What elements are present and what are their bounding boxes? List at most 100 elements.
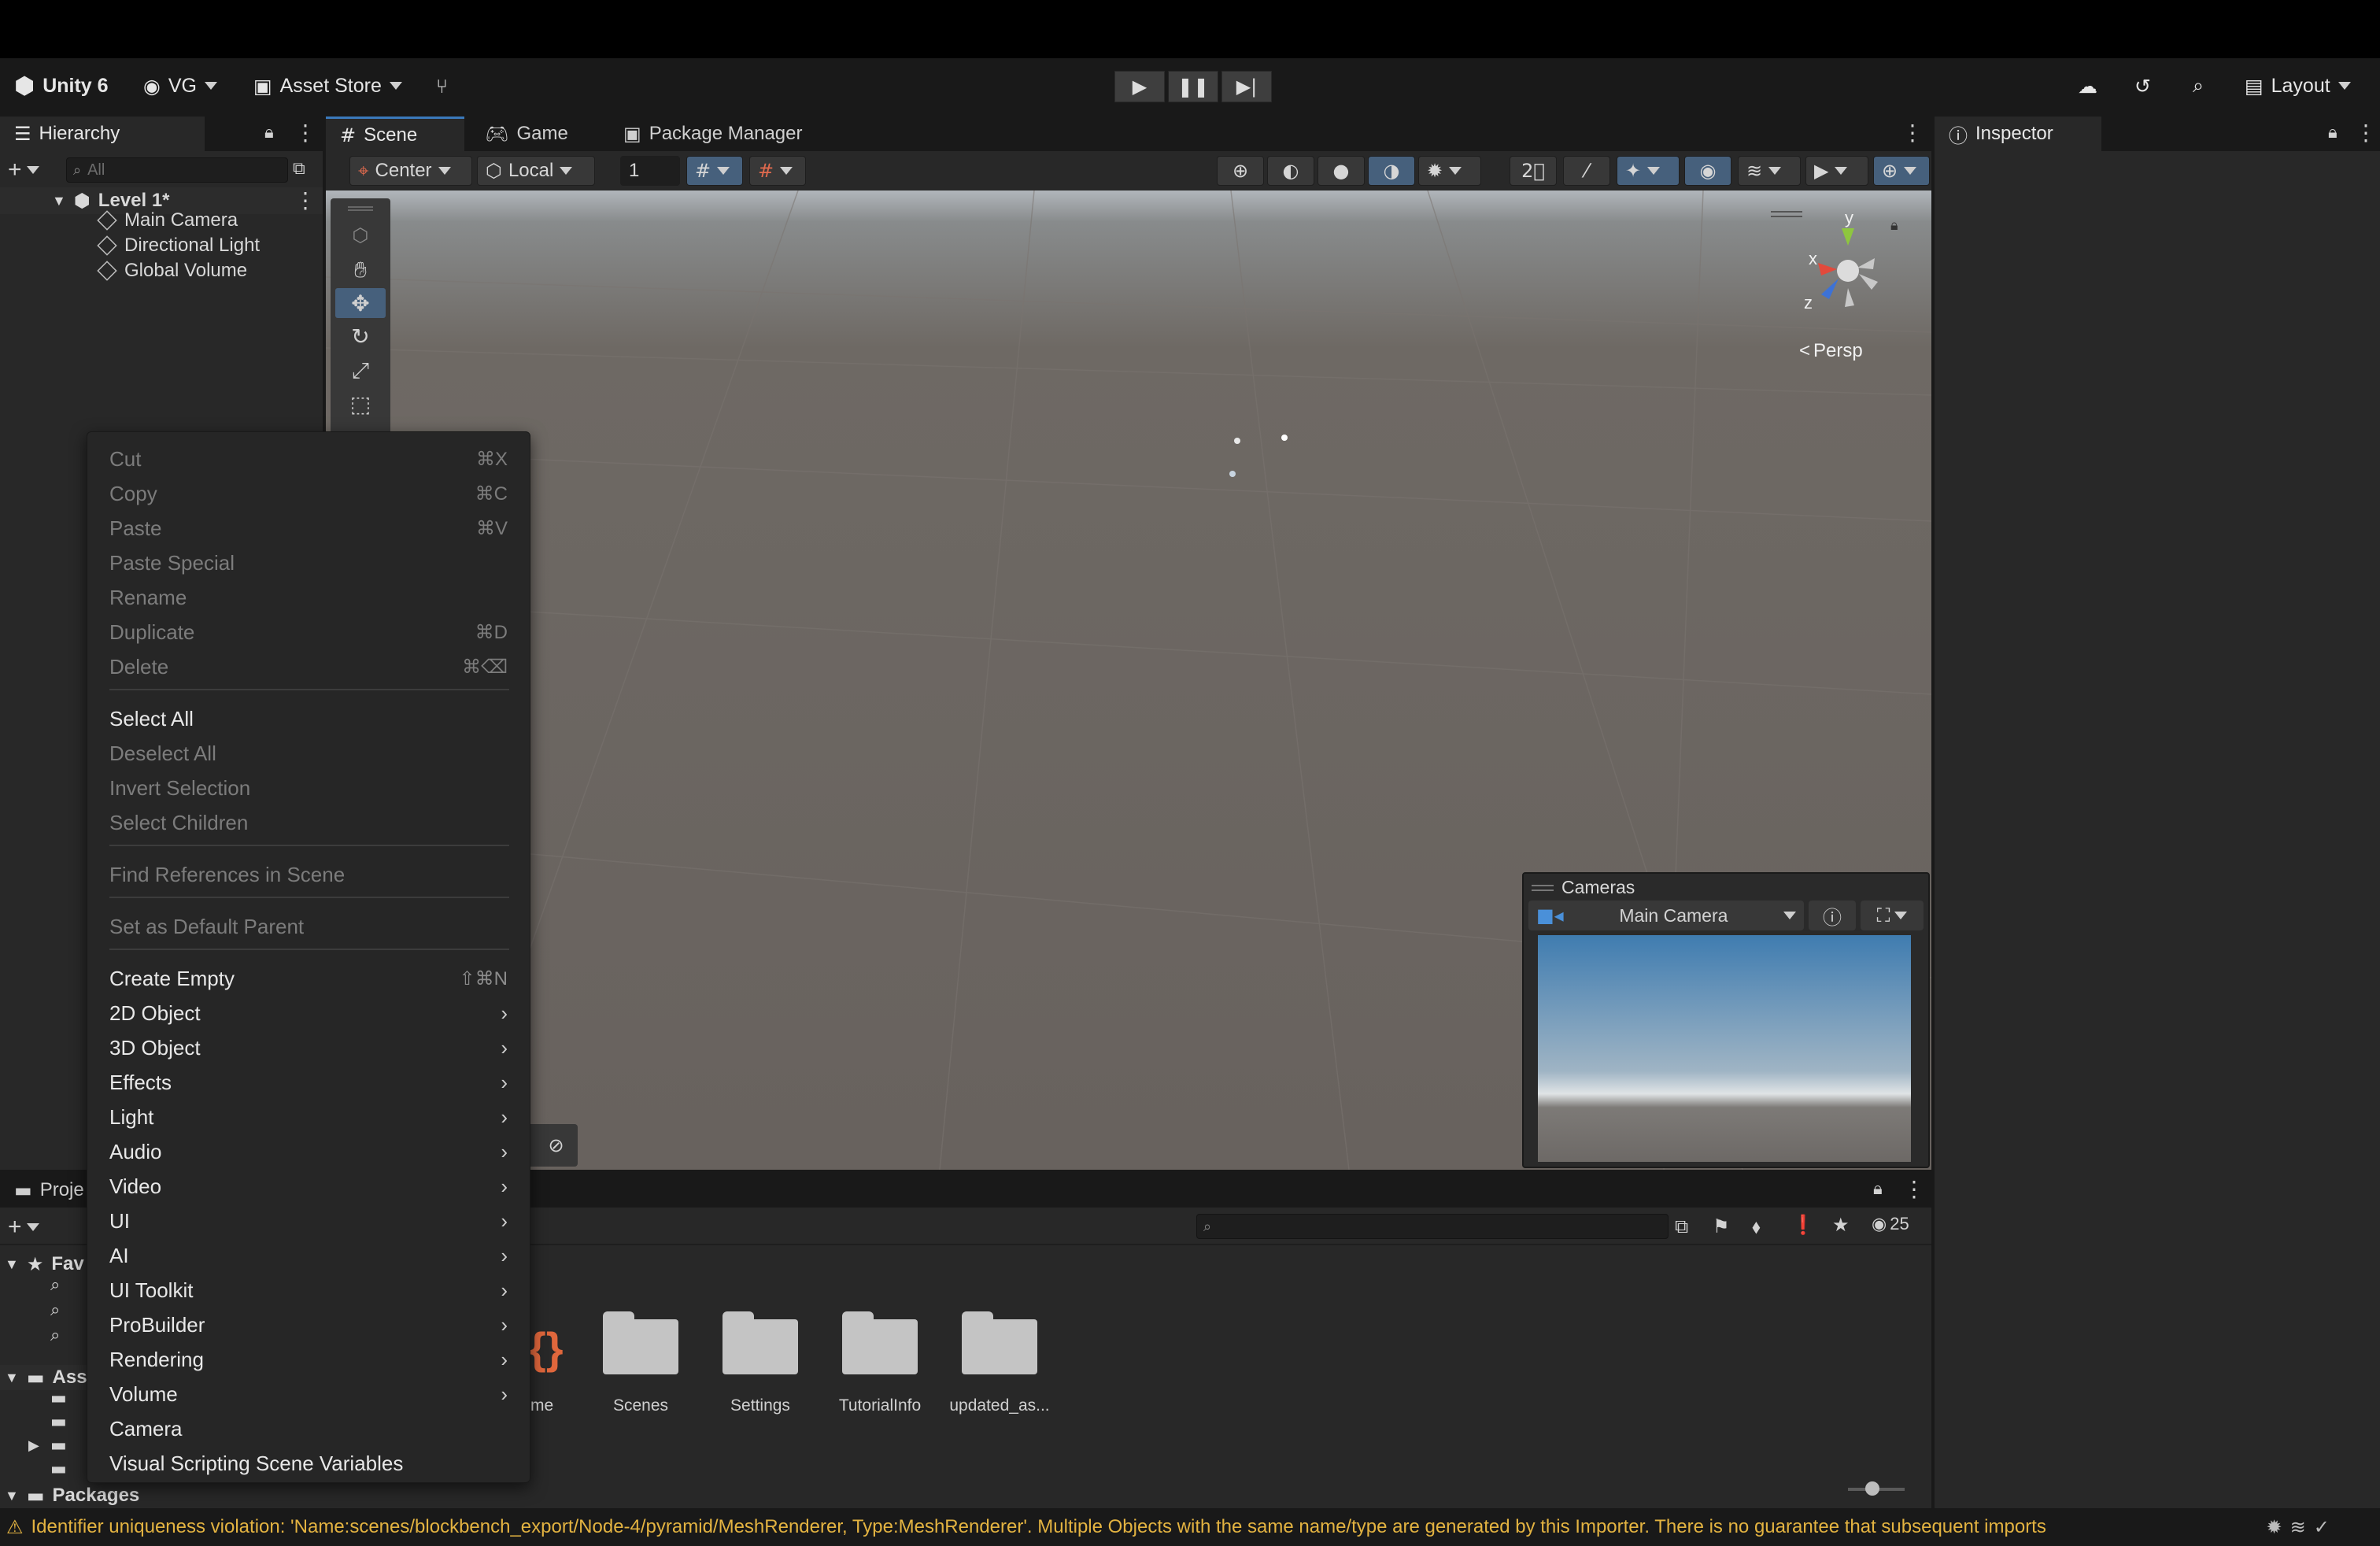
more-options-icon[interactable]: ⋮: [2355, 120, 2377, 146]
menu-item-audio[interactable]: Audio ›: [87, 1134, 530, 1169]
gizmos-dropdown[interactable]: ⊕: [1873, 156, 1930, 186]
tab-hierarchy[interactable]: ☰ Hierarchy: [0, 117, 205, 151]
lock-icon[interactable]: 🔒︎: [1873, 1179, 1883, 1199]
menu-item-copy[interactable]: Copy ⌘C: [87, 476, 530, 511]
scene-more-options-icon[interactable]: ⋮: [1901, 120, 1924, 146]
overlay-tool[interactable]: ⊘: [534, 1124, 578, 1167]
folder-icon[interactable]: ▬: [50, 1436, 67, 1455]
camera-info-button[interactable]: ⓘ: [1809, 901, 1856, 930]
menu-item-deselect-all[interactable]: Deselect All: [87, 736, 530, 771]
folder-icon[interactable]: ▬: [50, 1412, 67, 1432]
add-object-button[interactable]: +: [8, 157, 39, 183]
layout-dropdown[interactable]: ▤ Layout: [2245, 58, 2351, 113]
menu-item-invert-selection[interactable]: Invert Selection: [87, 771, 530, 805]
hierarchy-item[interactable]: Global Volume: [97, 258, 247, 283]
menu-item-rename[interactable]: Rename: [87, 580, 530, 615]
tab-game[interactable]: 🎮︎ Game: [471, 117, 582, 151]
hierarchy-item[interactable]: Directional Light: [97, 233, 260, 258]
menu-item-find-references[interactable]: Find References in Scene: [87, 857, 530, 892]
scene-visibility-icon[interactable]: ⧉: [293, 159, 305, 179]
menu-item-ui-toolkit[interactable]: UI Toolkit ›: [87, 1273, 530, 1307]
hand-tool[interactable]: ✋︎: [335, 255, 386, 285]
layers-dropdown[interactable]: ≋: [1738, 156, 1801, 186]
menu-item-cut[interactable]: Cut ⌘X: [87, 442, 530, 476]
visibility-toggle[interactable]: ◉: [1684, 156, 1731, 186]
menu-item-video[interactable]: Video ›: [87, 1169, 530, 1204]
orientation-gizmo[interactable]: y x z: [1790, 206, 1908, 340]
menu-item-effects[interactable]: Effects ›: [87, 1065, 530, 1100]
label-icon[interactable]: ⬧: [1752, 1215, 1761, 1237]
status-bar[interactable]: ⚠ Identifier uniqueness violation: 'Name…: [0, 1508, 2380, 1546]
debug-draw-dropdown[interactable]: ✹: [1418, 156, 1481, 186]
palette-drag-handle[interactable]: [348, 206, 373, 211]
more-options-icon[interactable]: ⋮: [1903, 1176, 1925, 1202]
search-button[interactable]: ⌕: [2193, 58, 2204, 113]
check-circle-icon[interactable]: ✓: [2314, 1516, 2330, 1538]
filter-icon[interactable]: ⚑: [1713, 1215, 1730, 1237]
scale-tool[interactable]: ⤢: [335, 356, 386, 386]
lock-icon[interactable]: 🔒︎: [2328, 123, 2338, 142]
menu-item-paste[interactable]: Paste ⌘V: [87, 511, 530, 546]
menu-item-duplicate[interactable]: Duplicate ⌘D: [87, 615, 530, 649]
project-search-input[interactable]: ⌕: [1196, 1214, 1669, 1239]
cloud-button[interactable]: ☁: [2078, 58, 2097, 113]
menu-item-light[interactable]: Light ›: [87, 1100, 530, 1134]
hierarchy-search-input[interactable]: ⌕ All: [66, 157, 288, 183]
2d-toggle[interactable]: 2⃠: [1510, 156, 1557, 186]
layers-icon[interactable]: ≋: [2290, 1516, 2306, 1538]
script-asset-icon[interactable]: {}: [527, 1307, 571, 1385]
menu-item-probuilder[interactable]: ProBuilder ›: [87, 1307, 530, 1342]
pause-button[interactable]: ❚❚: [1168, 71, 1218, 102]
pivot-dropdown[interactable]: ⌖ Center: [349, 156, 472, 186]
shaded-wire-button[interactable]: ◐: [1267, 156, 1314, 186]
more-options-icon[interactable]: ⋮: [294, 120, 316, 146]
menu-item-delete[interactable]: Delete ⌘⌫: [87, 649, 530, 684]
menu-item-rendering[interactable]: Rendering ›: [87, 1342, 530, 1377]
scene-more-icon[interactable]: ⋮: [294, 187, 316, 213]
folder-icon[interactable]: [722, 1311, 798, 1374]
menu-item-camera[interactable]: Camera: [87, 1411, 530, 1446]
bug-off-icon[interactable]: ✹: [2267, 1516, 2282, 1538]
menu-item-create-empty[interactable]: Create Empty ⇧⌘N: [87, 961, 530, 996]
packages-node[interactable]: ▼ ▬ Packages: [5, 1483, 139, 1508]
audio-toggle[interactable]: ⁄: [1563, 156, 1610, 186]
lock-icon[interactable]: 🔒︎: [264, 123, 274, 142]
draw-mode-button[interactable]: ⊕: [1217, 156, 1264, 186]
menu-item-3d-object[interactable]: 3D Object ›: [87, 1030, 530, 1065]
icon-size-slider[interactable]: [1848, 1481, 1905, 1496]
warning-icon[interactable]: ❗: [1791, 1214, 1815, 1236]
grid-snap-toggle[interactable]: #: [686, 156, 743, 186]
tab-project[interactable]: ▬ Proje: [0, 1173, 98, 1208]
menu-item-volume[interactable]: Volume ›: [87, 1377, 530, 1411]
hierarchy-item[interactable]: Main Camera: [97, 208, 238, 233]
project-add-button[interactable]: +: [8, 1214, 39, 1241]
version-control-button[interactable]: ⑂: [436, 58, 448, 113]
history-button[interactable]: ↺: [2134, 58, 2151, 113]
expand-arrow-icon[interactable]: ▶: [28, 1437, 39, 1454]
asset-store-dropdown[interactable]: ▣ Asset Store: [253, 58, 402, 113]
search-icon[interactable]: ⌕: [50, 1275, 60, 1295]
play-button[interactable]: ▶: [1114, 71, 1165, 102]
view-tool[interactable]: ⬡: [335, 220, 386, 250]
menu-item-set-default-parent[interactable]: Set as Default Parent: [87, 909, 530, 944]
search-icon[interactable]: ⌕: [50, 1326, 60, 1345]
slider-thumb[interactable]: [1865, 1481, 1879, 1496]
tab-inspector[interactable]: ⓘ Inspector: [1935, 117, 2101, 151]
tab-scene[interactable]: # Scene: [326, 117, 464, 151]
folder-icon[interactable]: [962, 1311, 1037, 1374]
projection-toggle[interactable]: < Persp: [1799, 340, 1863, 362]
camera-options-dropdown[interactable]: ⛶: [1861, 901, 1924, 930]
menu-item-paste-special[interactable]: Paste Special: [87, 546, 530, 580]
move-tool[interactable]: ✥: [335, 288, 386, 318]
effects-dropdown[interactable]: ✦: [1617, 156, 1680, 186]
folder-icon[interactable]: ▬: [50, 1389, 67, 1408]
unity-menu[interactable]: ⬢ Unity 6: [14, 58, 109, 113]
search-icon[interactable]: ⌕: [50, 1300, 60, 1320]
menu-item-ui[interactable]: UI ›: [87, 1204, 530, 1238]
favorites-node[interactable]: ▼ ★ Fav: [5, 1252, 84, 1277]
hidden-packages-toggle[interactable]: ◉ 25: [1872, 1214, 1909, 1234]
search-by-type-icon[interactable]: ⧉: [1675, 1215, 1688, 1237]
grid-size-input[interactable]: 1: [620, 156, 680, 186]
camera-settings-dropdown[interactable]: ▶: [1805, 156, 1868, 186]
menu-item-2d-object[interactable]: 2D Object ›: [87, 996, 530, 1030]
